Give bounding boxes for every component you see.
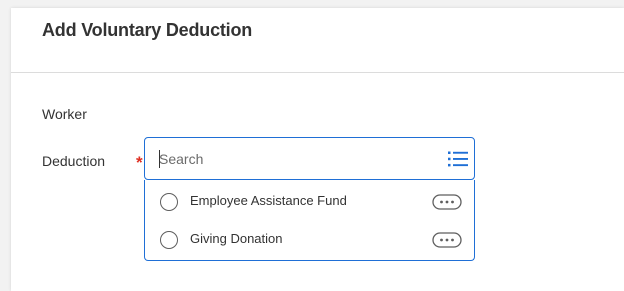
worker-label: Worker — [42, 106, 87, 122]
more-options-icon[interactable] — [432, 194, 462, 210]
option-label: Giving Donation — [190, 231, 283, 246]
search-input[interactable] — [159, 149, 429, 169]
add-voluntary-deduction-dialog: Add Voluntary Deduction Worker Deduction… — [11, 8, 624, 291]
dialog-header: Add Voluntary Deduction — [11, 8, 624, 73]
page-title: Add Voluntary Deduction — [42, 20, 253, 40]
option-employee-assistance-fund[interactable]: Employee Assistance Fund — [145, 184, 474, 222]
deduction-options-dropdown: Employee Assistance Fund Giving Donation — [144, 180, 475, 261]
radio-button[interactable] — [160, 231, 178, 249]
list-icon[interactable] — [448, 150, 468, 168]
radio-button[interactable] — [160, 193, 178, 211]
option-label: Employee Assistance Fund — [190, 193, 347, 208]
text-cursor — [159, 150, 160, 168]
more-options-icon[interactable] — [432, 232, 462, 248]
option-giving-donation[interactable]: Giving Donation — [145, 222, 474, 260]
required-indicator: * — [136, 153, 143, 172]
deduction-search-field[interactable] — [144, 137, 475, 180]
deduction-label: Deduction — [42, 153, 106, 169]
